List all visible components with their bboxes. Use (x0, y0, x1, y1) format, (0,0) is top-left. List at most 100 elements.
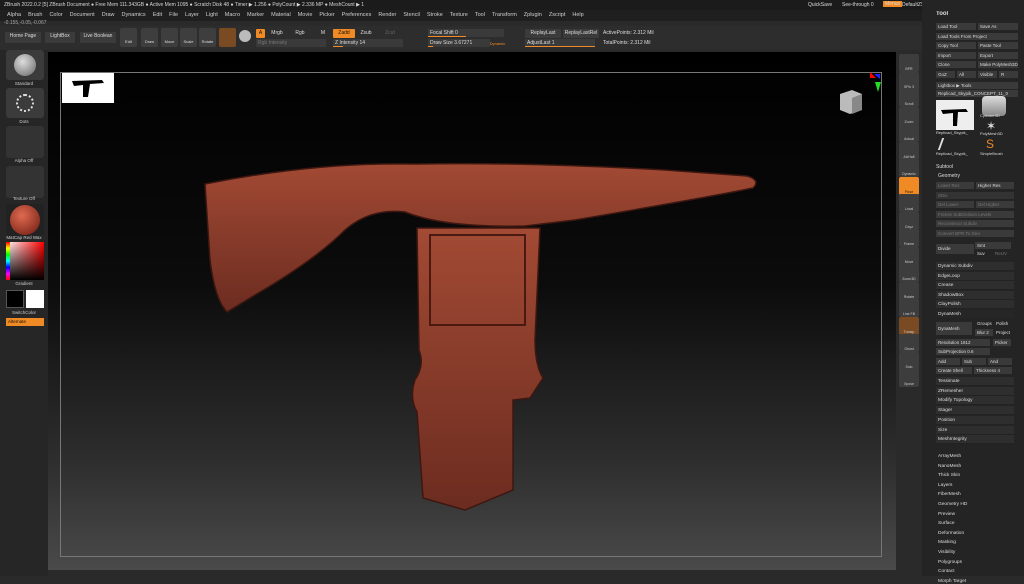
tool-submenu[interactable]: Layers (938, 483, 952, 488)
shelf-button-floor[interactable]: Floor (899, 176, 919, 195)
draw-button[interactable]: Draw (141, 28, 158, 47)
rgb-button[interactable]: Rgb (293, 29, 307, 38)
tool-button-clone[interactable]: Clone (936, 61, 976, 68)
geometry-item[interactable]: Stager (936, 406, 1014, 416)
geometry-item[interactable]: Crease (936, 281, 1014, 290)
polish-toggle[interactable]: Polish (994, 320, 1012, 327)
rgb-intensity-slider[interactable]: Rgb Intensity (256, 39, 326, 47)
material-thumb[interactable] (6, 204, 44, 236)
shelf-button-gxyz[interactable]: Gxyz (899, 211, 919, 230)
groups-toggle[interactable]: Groups (975, 320, 993, 327)
geometry-item[interactable]: EdgeLoop (936, 271, 1014, 281)
secondary-color-swatch[interactable] (26, 290, 44, 308)
sphere-icon[interactable] (239, 30, 251, 42)
home-page-button[interactable]: Home Page (5, 32, 41, 43)
add-button[interactable]: Add (936, 357, 960, 365)
geometry-section[interactable]: Geometry (938, 173, 960, 179)
subprojection-slider[interactable]: SubProjection 0.6 (936, 348, 990, 355)
tool-button-export[interactable]: Export (978, 51, 1018, 59)
tool-submenu[interactable]: Morph Target (938, 579, 966, 584)
dynamesh-section[interactable]: DynaMesh (936, 309, 1014, 319)
menu-alpha[interactable]: Alpha (7, 12, 21, 18)
create-shell-button[interactable]: Create Shell (936, 367, 972, 374)
dynamesh-button[interactable]: DynaMesh (936, 321, 972, 335)
shelf-button-scroll[interactable]: Scroll (899, 89, 919, 107)
suv-toggle[interactable]: Suv (975, 250, 993, 257)
main-color-swatch[interactable] (6, 290, 24, 308)
tool-button-goz[interactable]: GoZ (936, 70, 955, 78)
rotate-button[interactable]: Rotate (199, 28, 216, 47)
shelf-button-bpr[interactable]: BPR (899, 54, 919, 72)
and-button[interactable]: And (988, 357, 1012, 365)
menu-zscript[interactable]: Zscript (549, 12, 566, 18)
zsub-button[interactable]: Zsub (358, 29, 374, 38)
menu-edit[interactable]: Edit (153, 12, 162, 18)
geometry-item[interactable]: MeshIntegrity (936, 435, 1014, 445)
tool-button-import[interactable]: Import (936, 51, 976, 59)
tool-button-copy-tool[interactable]: Copy Tool (936, 42, 976, 49)
z-intensity-slider[interactable]: Z Intensity 14 (333, 39, 403, 47)
project-toggle[interactable]: Project (994, 329, 1012, 336)
navigation-thumbnail[interactable] (62, 73, 114, 103)
tool-submenu[interactable]: Contact (938, 569, 955, 574)
menu-file[interactable]: File (169, 12, 178, 18)
geometry-freeze-subdivision-levels[interactable]: Freeze SubDivision Levels (936, 210, 1014, 218)
menu-transform[interactable]: Transform (492, 12, 517, 18)
hue-slider[interactable] (6, 242, 10, 280)
shelf-button-solo[interactable]: Solo (899, 351, 919, 370)
color-picker[interactable] (6, 242, 44, 280)
tool-submenu[interactable]: Thick Skin (938, 473, 960, 478)
divide-button[interactable]: Divide (936, 244, 974, 254)
zcut-button[interactable]: Zcut (383, 29, 397, 38)
mrgb-button[interactable]: Mrgb (268, 29, 286, 38)
tool-button-r[interactable]: R (999, 70, 1018, 78)
tool-submenu[interactable]: Surface (938, 521, 955, 526)
menu-render[interactable]: Render (378, 12, 396, 18)
geometry-item[interactable]: ClayPolish (936, 300, 1014, 309)
subtool-section[interactable]: Subtool (936, 164, 953, 170)
geometry-lower-res[interactable]: Lower Res (936, 182, 974, 189)
tool-submenu[interactable]: Visibility (938, 550, 955, 555)
menu-macro[interactable]: Macro (225, 12, 240, 18)
geometry-item[interactable]: Size (936, 425, 1014, 435)
geometry-item[interactable]: Modify Topology (936, 396, 1014, 406)
menu-stencil[interactable]: Stencil (403, 12, 420, 18)
resolution-slider[interactable]: Resolution 1812 (936, 338, 990, 346)
shelf-button-dynamic-persp[interactable]: Dynamic Persp (899, 159, 919, 177)
menu-marker[interactable]: Marker (247, 12, 264, 18)
menu-color[interactable]: Color (49, 12, 62, 18)
lightbox-button[interactable]: LightBox (45, 32, 75, 43)
menu-dynamics[interactable]: Dynamics (122, 12, 146, 18)
m-button[interactable]: M (318, 29, 328, 38)
menu-layer[interactable]: Layer (185, 12, 199, 18)
geometry-del-lower[interactable]: Del Lower (936, 201, 974, 208)
stroke-thumb[interactable] (6, 88, 44, 118)
alternate-button[interactable]: Alternate (6, 318, 44, 326)
menu-texture[interactable]: Texture (450, 12, 468, 18)
tool-submenu[interactable]: Preview (938, 512, 955, 517)
geometry-higher-res[interactable]: Higher Res (976, 182, 1014, 189)
tool-button-save-as[interactable]: Save As (978, 23, 1018, 30)
scale-button[interactable]: Scale (180, 28, 197, 47)
focal-shift-slider[interactable]: Focal Shift 0 (428, 29, 504, 37)
menu-material[interactable]: Material (271, 12, 291, 18)
menu-draw[interactable]: Draw (102, 12, 115, 18)
tool-submenu[interactable]: Masking (938, 540, 956, 545)
tool-button-load-tool[interactable]: Load Tool (936, 23, 976, 30)
menu-light[interactable]: Light (206, 12, 218, 18)
shelf-button-aahalf[interactable]: AAHalf (899, 141, 919, 160)
shelf-button-xpose[interactable]: Xpose (899, 369, 919, 387)
axis-gizmo-icon[interactable] (858, 70, 882, 96)
picker-button[interactable]: Picker (993, 338, 1011, 346)
geometry-item[interactable]: ZRemesher (936, 386, 1014, 396)
pickaxe-small-icon[interactable] (937, 138, 955, 150)
geometry-item[interactable]: Position (936, 415, 1014, 425)
shelf-button-rotate[interactable]: Rotate (899, 281, 919, 300)
tool-button-all[interactable]: All (957, 70, 976, 78)
shelf-button-spix-3[interactable]: SPix 3 (899, 71, 919, 90)
texture-thumb[interactable] (6, 166, 44, 198)
replay-last-rel-button[interactable]: ReplayLastRel (563, 29, 599, 38)
menu-movie[interactable]: Movie (298, 12, 313, 18)
tool-submenu[interactable]: FiberMesh (938, 492, 961, 497)
current-tool-thumb[interactable] (936, 100, 974, 130)
